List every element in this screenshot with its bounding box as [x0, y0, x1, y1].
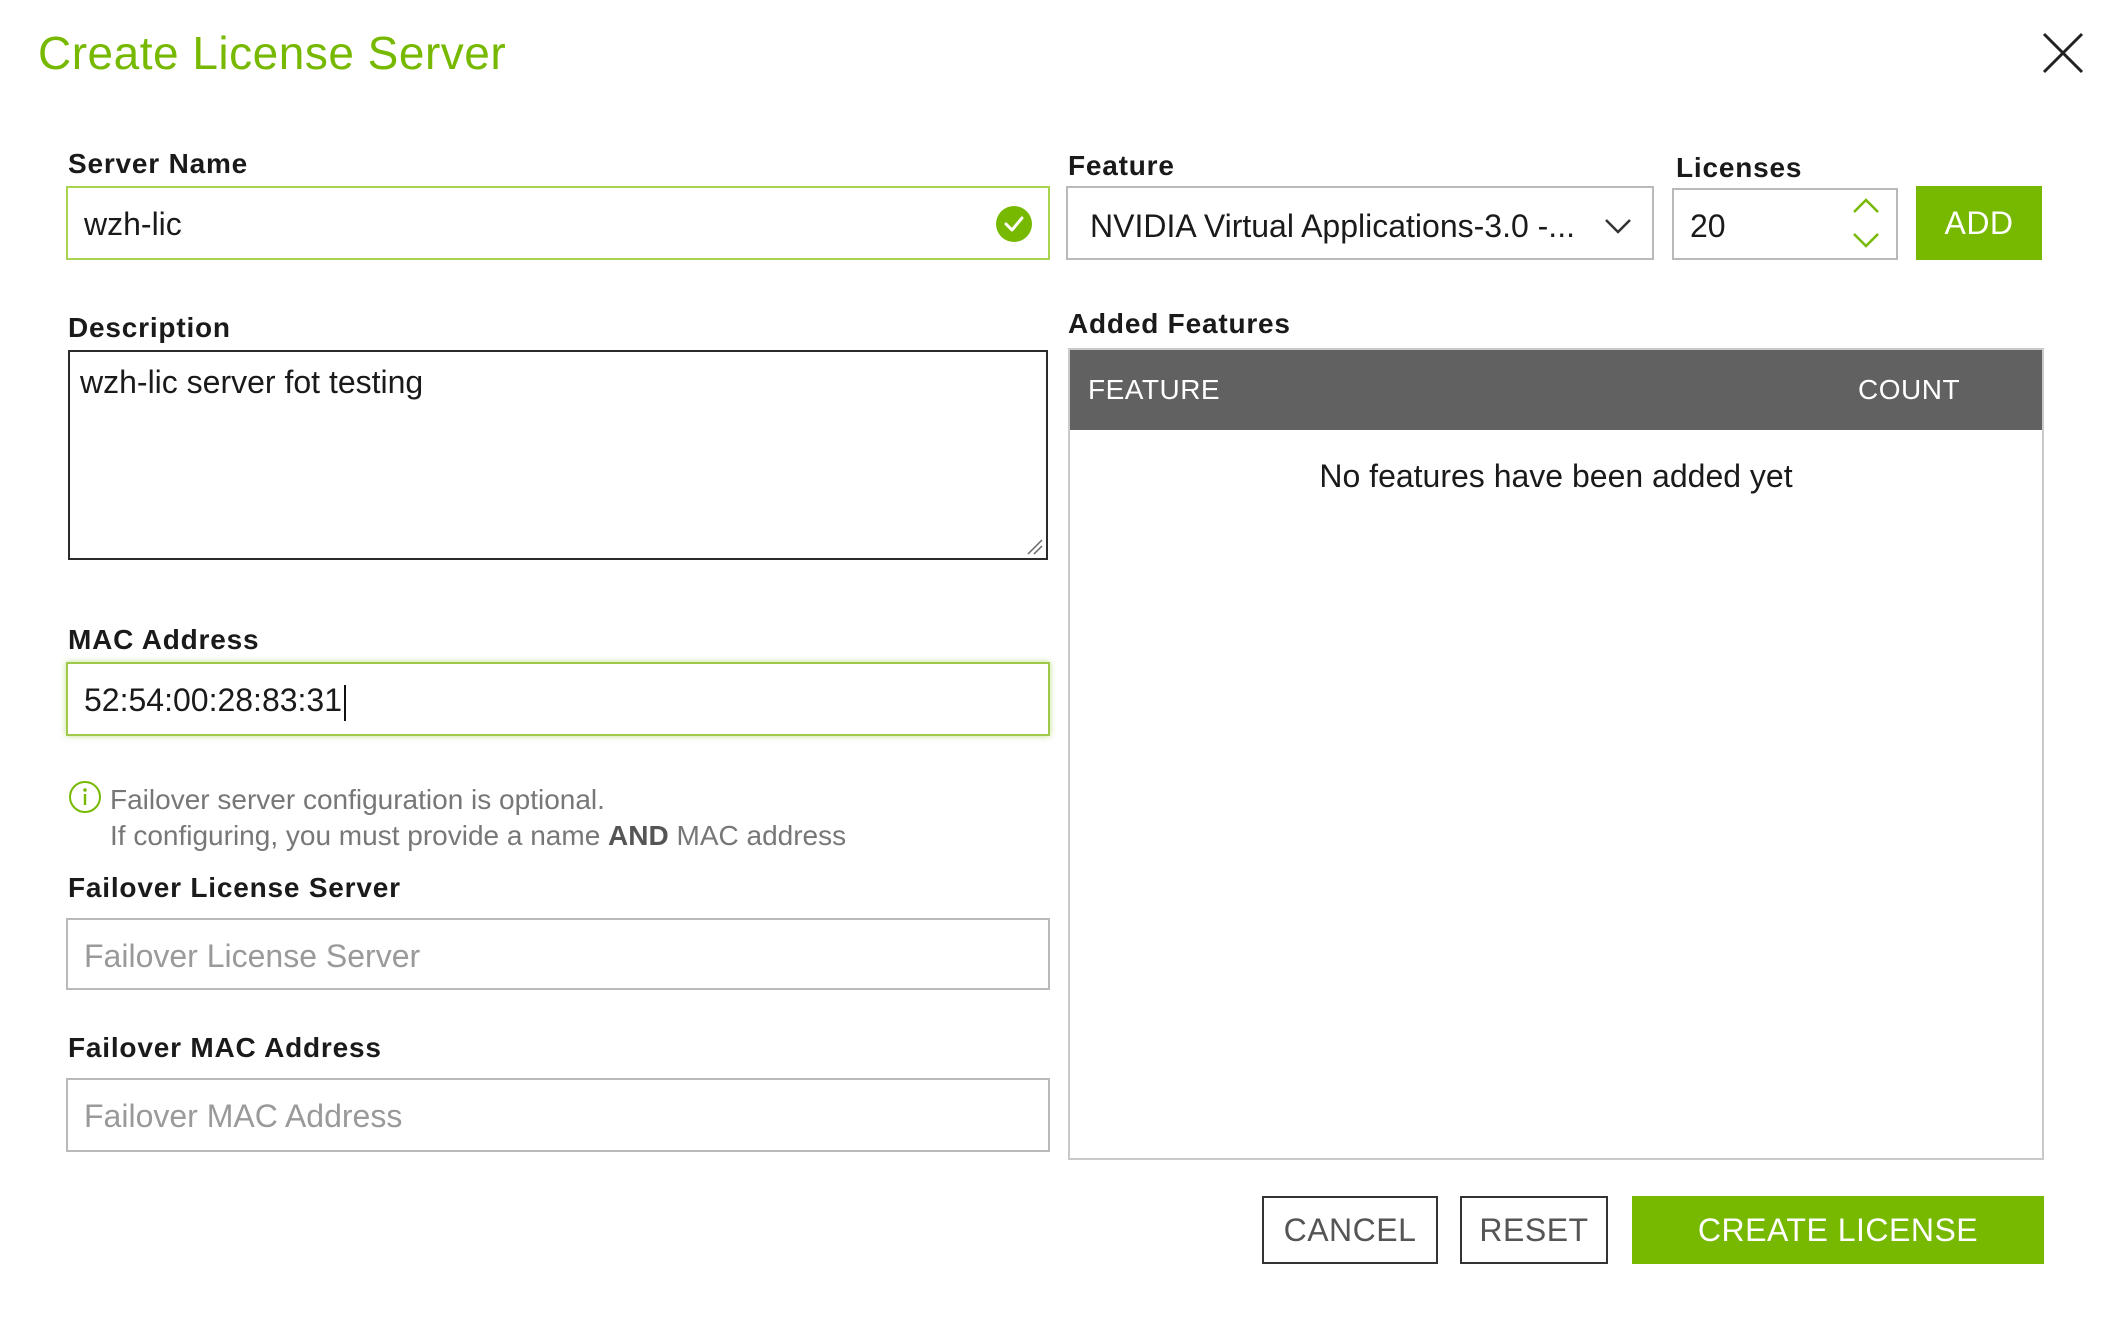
failover-info-suffix: MAC address [668, 820, 847, 851]
feature-dropdown[interactable]: NVIDIA Virtual Applications-3.0 -... [1066, 186, 1654, 260]
server-name-input[interactable]: wzh-lic [66, 186, 1050, 260]
close-icon[interactable] [2038, 28, 2088, 78]
create-license-server-button[interactable]: CREATE LICENSE SERVER [1632, 1196, 2044, 1316]
add-feature-button[interactable]: ADD [1916, 186, 2042, 260]
licenses-input[interactable]: 20 [1672, 188, 1898, 260]
failover-mac-address-input[interactable]: Failover MAC Address [66, 1078, 1050, 1152]
added-features-table: FEATURE COUNT No features have been adde… [1068, 348, 2044, 1160]
failover-info-prefix: If configuring, you must provide a name [110, 820, 609, 851]
feature-label: Feature [1068, 150, 1175, 181]
resize-handle-icon[interactable] [1024, 536, 1044, 556]
failover-info-text: Failover server configuration is optiona… [110, 784, 605, 815]
feature-selected-value[interactable]: NVIDIA Virtual Applications-3.0 -... [1090, 208, 1575, 245]
server-name-value[interactable]: wzh-lic [84, 206, 182, 243]
failover-license-server-input[interactable]: Failover License Server [66, 918, 1050, 990]
licenses-value[interactable]: 20 [1690, 208, 1726, 245]
column-header-feature: FEATURE [1088, 374, 1221, 405]
failover-info-and: AND [608, 820, 669, 851]
reset-button[interactable]: RESET [1460, 1196, 1608, 1264]
text-caret [344, 684, 347, 721]
licenses-label: Licenses [1676, 152, 1803, 183]
mac-address-value[interactable]: 52:54:00:28:83:31 [84, 682, 347, 721]
server-name-label: Server Name [68, 148, 249, 179]
description-label: Description [68, 312, 231, 343]
chevron-down-icon[interactable] [1850, 226, 1882, 254]
description-value[interactable]: wzh-lic server fot testing [80, 364, 423, 401]
failover-mac-address-placeholder[interactable]: Failover MAC Address [84, 1098, 402, 1135]
column-header-count: COUNT [1858, 374, 1961, 405]
mac-address-input[interactable]: 52:54:00:28:83:31 [66, 662, 1050, 736]
description-textarea[interactable]: wzh-lic server fot testing [68, 350, 1048, 560]
cancel-button[interactable]: CANCEL [1262, 1196, 1438, 1264]
dialog-title: Create License Server [38, 27, 507, 79]
mac-address-label: MAC Address [68, 624, 260, 655]
empty-state-message: No features have been added yet [1319, 458, 1793, 494]
check-circle-icon [996, 206, 1032, 242]
failover-mac-address-label: Failover MAC Address [68, 1032, 382, 1063]
chevron-down-icon[interactable] [1602, 210, 1634, 242]
table-header: FEATURE COUNT [1070, 350, 2042, 430]
added-features-label: Added Features [1068, 308, 1291, 339]
failover-license-server-label: Failover License Server [68, 872, 401, 903]
close-button[interactable] [2038, 28, 2088, 78]
chevron-up-icon[interactable] [1850, 192, 1882, 220]
failover-info-requirement: If configuring, you must provide a name … [110, 820, 846, 852]
failover-license-server-placeholder[interactable]: Failover License Server [84, 938, 420, 975]
info-icon [69, 781, 101, 813]
mac-address-text: 52:54:00:28:83:31 [84, 682, 343, 718]
